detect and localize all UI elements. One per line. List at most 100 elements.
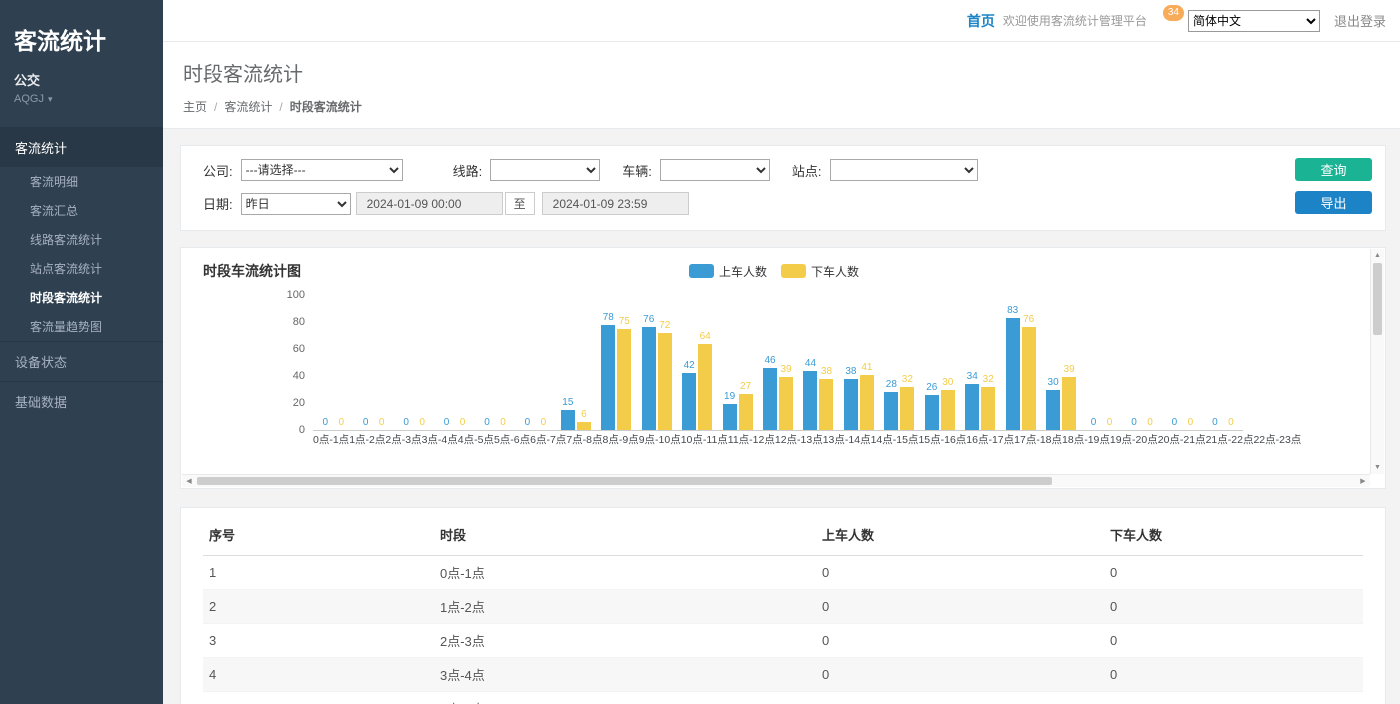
filter-row-1: 公司: ---请选择--- 线路: 车辆: 站点: <box>203 159 1275 181</box>
filter-row-2: 日期: 昨日 至 <box>203 192 1275 215</box>
table-cell: 3 <box>203 624 434 658</box>
logout-link[interactable]: 退出登录 <box>1334 11 1386 30</box>
sidebar-item[interactable]: 客流明细 <box>0 167 163 196</box>
date-preset-select[interactable]: 昨日 <box>241 193 351 215</box>
date-label: 日期: <box>203 194 233 213</box>
bar-group: 00 <box>434 296 474 430</box>
boarding-bar-col: 0 <box>1087 296 1101 430</box>
scroll-left-icon[interactable]: ◀ <box>182 475 196 487</box>
bar-value-label: 0 <box>484 417 490 428</box>
sidebar-section[interactable]: 设备状态 <box>0 341 163 381</box>
query-button[interactable]: 查询 <box>1295 158 1372 181</box>
bar-group: 00 <box>1122 296 1162 430</box>
bar-group: 2630 <box>920 296 960 430</box>
horizontal-scrollbar-thumb[interactable] <box>197 477 1052 485</box>
y-tick-label: 0 <box>299 425 305 436</box>
station-label: 站点: <box>792 161 822 180</box>
boarding-bar-col: 46 <box>763 296 777 430</box>
bar-value-label: 19 <box>724 391 735 402</box>
bar-value-label: 0 <box>363 417 369 428</box>
y-tick-label: 80 <box>293 317 305 328</box>
bar-value-label: 0 <box>1131 417 1137 428</box>
boarding-bar-col: 76 <box>642 296 656 430</box>
boarding-bar-col: 34 <box>965 296 979 430</box>
start-date-input[interactable] <box>356 192 503 215</box>
sidebar-item[interactable]: 站点客流统计 <box>0 254 163 283</box>
org-code: AQGJ <box>14 93 44 105</box>
language-select[interactable]: 简体中文 <box>1188 10 1320 32</box>
bar-value-label: 0 <box>1212 417 1218 428</box>
table-row: 10点-1点00 <box>203 556 1363 590</box>
sidebar-item[interactable]: 客流汇总 <box>0 196 163 225</box>
filter-panel: 公司: ---请选择--- 线路: 车辆: 站点: 日期: 昨日 至 <box>180 145 1386 231</box>
sidebar-section[interactable]: 客流统计 <box>0 127 163 167</box>
sidebar-item[interactable]: 时段客流统计 <box>0 283 163 312</box>
bar-group: 4264 <box>677 296 717 430</box>
sidebar-item[interactable]: 客流量趋势图 <box>0 312 163 341</box>
bar-value-label: 30 <box>942 377 953 388</box>
boarding-bar <box>884 392 898 430</box>
alighting-bar <box>658 333 672 430</box>
boarding-bar-col: 0 <box>480 296 494 430</box>
station-select[interactable] <box>830 159 978 181</box>
bar-value-label: 46 <box>764 355 775 366</box>
boarding-bar <box>965 384 979 430</box>
legend-item-boarding[interactable]: 上车人数 <box>689 263 767 280</box>
alighting-bar-col: 0 <box>1183 296 1197 430</box>
bar-value-label: 0 <box>1091 417 1097 428</box>
end-date-input[interactable] <box>542 192 689 215</box>
horizontal-scrollbar[interactable]: ◀ ▶ <box>182 474 1370 487</box>
export-button[interactable]: 导出 <box>1295 191 1372 214</box>
boarding-bar <box>844 379 858 430</box>
bar-group: 2832 <box>879 296 919 430</box>
scroll-right-icon[interactable]: ▶ <box>1356 475 1370 487</box>
vertical-scrollbar[interactable]: ▲ ▼ <box>1370 249 1384 474</box>
alighting-bar <box>739 394 753 430</box>
sidebar: 客流统计 公交 AQGJ▾ 客流统计客流明细客流汇总线路客流统计站点客流统计时段… <box>0 0 163 704</box>
legend-label: 下车人数 <box>811 263 859 280</box>
table-cell: 0 <box>1104 590 1363 624</box>
bar-value-label: 0 <box>322 417 328 428</box>
bar-value-label: 0 <box>525 417 531 428</box>
company-select[interactable]: ---请选择--- <box>241 159 403 181</box>
column-header: 上车人数 <box>816 514 1104 556</box>
x-axis-label: 16点-17点 <box>966 431 1014 449</box>
vertical-scrollbar-thumb[interactable] <box>1373 263 1382 335</box>
boarding-bar-col: 0 <box>399 296 413 430</box>
boarding-bar-col: 83 <box>1006 296 1020 430</box>
line-select[interactable] <box>490 159 600 181</box>
breadcrumb-current: 时段客流统计 <box>290 98 362 115</box>
breadcrumb-parent[interactable]: 客流统计 <box>224 98 272 115</box>
org-selector[interactable]: AQGJ▾ <box>14 93 149 105</box>
table-row: 21点-2点00 <box>203 590 1363 624</box>
notification-badge[interactable]: 34 <box>1163 5 1184 21</box>
table-cell: 0 <box>816 556 1104 590</box>
bar-value-label: 0 <box>338 417 344 428</box>
boarding-bar <box>561 410 575 430</box>
boarding-bar-col: 0 <box>520 296 534 430</box>
sidebar-item[interactable]: 线路客流统计 <box>0 225 163 254</box>
boarding-bar <box>1006 318 1020 430</box>
vehicle-select[interactable] <box>660 159 770 181</box>
bar-value-label: 32 <box>983 374 994 385</box>
x-axis-label: 11点-12点 <box>728 431 775 449</box>
filter-buttons: 查询 导出 <box>1295 158 1372 214</box>
bar-chart: 020406080100 000000000000156787576724264… <box>201 296 1385 449</box>
alighting-bar-col: 0 <box>375 296 389 430</box>
table-cell: 4点-5点 <box>434 692 816 704</box>
breadcrumb-home[interactable]: 主页 <box>183 98 207 115</box>
home-link[interactable]: 首页 <box>967 11 995 31</box>
bar-value-label: 0 <box>500 417 506 428</box>
y-axis: 020406080100 <box>201 296 305 431</box>
x-axis-label: 20点-21点 <box>1158 431 1206 449</box>
scroll-up-icon[interactable]: ▲ <box>1371 249 1384 262</box>
sidebar-section[interactable]: 基础数据 <box>0 381 163 421</box>
legend-item-alighting[interactable]: 下车人数 <box>781 263 859 280</box>
boarding-bar-col: 15 <box>561 296 575 430</box>
bar-group: 8376 <box>1000 296 1040 430</box>
alighting-bar-col: 32 <box>981 296 995 430</box>
alighting-bar <box>860 375 874 430</box>
scroll-down-icon[interactable]: ▼ <box>1371 461 1384 474</box>
bar-value-label: 39 <box>1064 364 1075 375</box>
boarding-bar-col: 0 <box>359 296 373 430</box>
